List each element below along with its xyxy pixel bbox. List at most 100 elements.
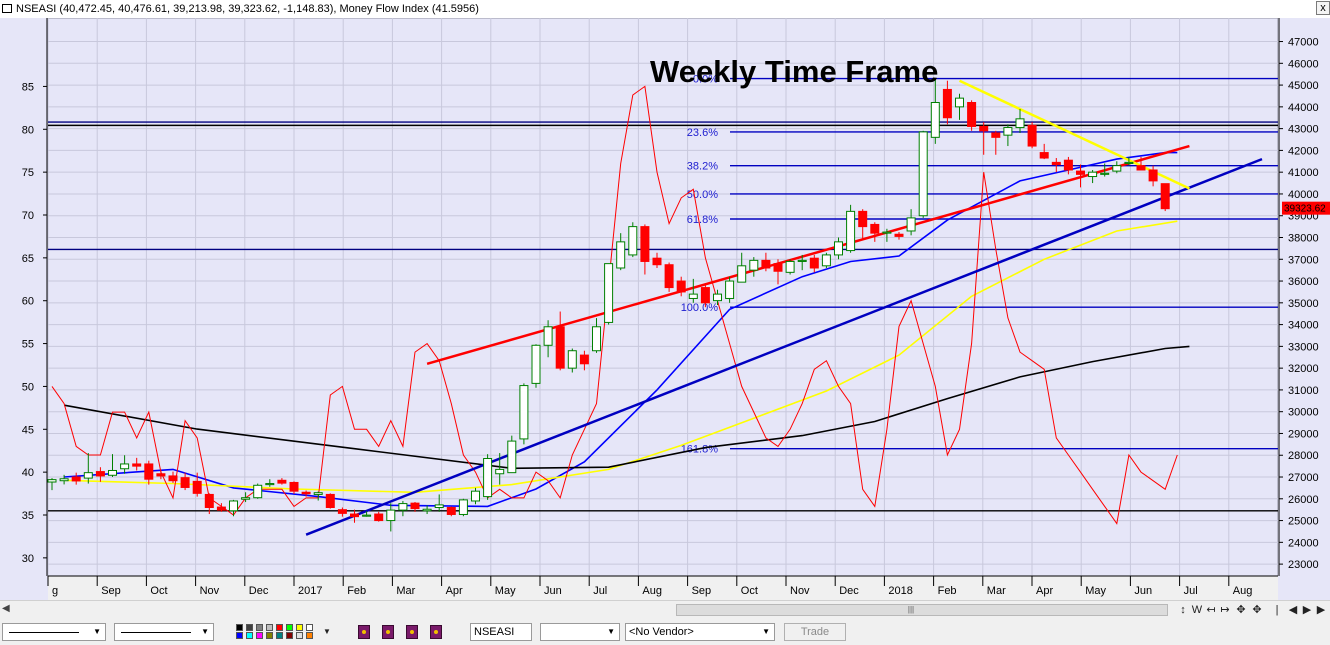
crosshair-button[interactable]: ✥	[1234, 601, 1248, 619]
x-axis-label: Aug	[642, 585, 662, 597]
drawing-tool-icon[interactable]	[430, 625, 442, 639]
color-swatch[interactable]	[256, 632, 263, 639]
color-swatch[interactable]	[256, 624, 263, 631]
candle-body	[180, 477, 190, 488]
candle-body	[918, 131, 928, 217]
x-axis-label: Dec	[249, 585, 269, 597]
vendor-dropdown[interactable]: <No Vendor> ▼	[625, 623, 775, 641]
candle-body	[991, 132, 1001, 138]
candle-body	[616, 241, 626, 269]
scroll-left-arrow-icon[interactable]: ◀	[2, 603, 10, 614]
color-swatch[interactable]	[246, 624, 253, 631]
x-axis-label: Oct	[741, 585, 758, 597]
scroll-right-icon[interactable]: ▶	[1314, 601, 1328, 619]
zoom-fit-button[interactable]: ↕	[1176, 601, 1190, 619]
price-chart[interactable]: 0.0%23.6%38.2%50.0%61.8%100.0%161.8% 470…	[0, 18, 1330, 600]
scroll-end-icon[interactable]: ↦	[1218, 601, 1232, 619]
right-axis-label: 26000	[1288, 494, 1319, 506]
weekly-button[interactable]: W	[1190, 601, 1204, 619]
candle-body	[192, 480, 202, 494]
x-axis-label: Jul	[593, 585, 607, 597]
candle-body	[350, 513, 359, 518]
candle-body	[846, 210, 856, 252]
candle-body	[301, 491, 311, 495]
x-axis-label: 2017	[298, 585, 322, 597]
symbol-field[interactable]: NSEASI	[470, 623, 532, 641]
x-axis-label: May	[1085, 585, 1106, 597]
candle-body	[229, 500, 238, 512]
color-palette[interactable]	[236, 624, 324, 640]
left-axis-label: 35	[22, 510, 34, 522]
left-axis-label: 85	[22, 81, 34, 93]
candle-body	[446, 507, 456, 515]
candle-body	[628, 226, 638, 256]
drawing-tool-icon[interactable]	[382, 625, 394, 639]
candle-body	[543, 326, 553, 346]
candle-body	[555, 326, 565, 369]
candle-body	[894, 233, 904, 237]
timeframe-dropdown[interactable]: ▼	[540, 623, 620, 641]
candle-body	[1148, 169, 1158, 182]
line-width-dropdown[interactable]: ▼	[114, 623, 214, 641]
palette-chevron-down-icon[interactable]: ▼	[320, 623, 334, 641]
candle-body	[652, 257, 662, 266]
x-axis-label: Nov	[200, 585, 220, 597]
color-swatch[interactable]	[236, 632, 243, 639]
color-swatch[interactable]	[276, 624, 283, 631]
candle-body	[483, 458, 493, 498]
color-swatch[interactable]	[306, 624, 313, 631]
color-swatch[interactable]	[236, 624, 243, 631]
crosshair-move-button[interactable]: ✥	[1250, 601, 1264, 619]
x-axis-label: Mar	[987, 585, 1006, 597]
drawing-tool-icon[interactable]	[406, 625, 418, 639]
right-axis-label: 42000	[1288, 145, 1319, 157]
scroll-start-icon[interactable]: ↤	[1204, 601, 1218, 619]
candle-body	[241, 497, 251, 500]
color-swatch[interactable]	[296, 624, 303, 631]
candle-body	[567, 350, 577, 369]
candle-body	[95, 471, 105, 477]
close-button[interactable]: x	[1316, 1, 1330, 15]
candle-body	[870, 223, 880, 234]
candle-body	[253, 484, 263, 499]
candle-body	[1100, 172, 1110, 175]
candle-body	[289, 481, 299, 492]
x-axis-label: Jul	[1184, 585, 1198, 597]
fib-level-label: 161.8%	[681, 444, 719, 456]
candle-body	[942, 88, 952, 119]
candle-body	[519, 385, 529, 440]
candle-body	[1027, 124, 1037, 147]
color-swatch[interactable]	[266, 632, 273, 639]
trade-button[interactable]: Trade	[784, 623, 846, 641]
x-axis-label: Feb	[347, 585, 366, 597]
horizontal-scrollbar[interactable]: |||	[676, 604, 1168, 616]
candle-body	[1015, 118, 1025, 129]
x-axis-label: Oct	[150, 585, 167, 597]
color-swatch[interactable]	[266, 624, 273, 631]
candle-body	[725, 280, 735, 299]
candle-body	[688, 293, 698, 299]
candle-body	[71, 476, 81, 482]
color-swatch[interactable]	[286, 624, 293, 631]
color-swatch[interactable]	[306, 632, 313, 639]
drawing-tool-icon[interactable]	[358, 625, 370, 639]
right-axis-label: 41000	[1288, 167, 1319, 179]
candle-body	[604, 263, 614, 323]
line-style-dropdown[interactable]: ▼	[2, 623, 106, 641]
scroll-right-button[interactable]: ▶	[1300, 601, 1314, 619]
candle-body	[834, 241, 843, 256]
color-swatch[interactable]	[296, 632, 303, 639]
date-axis: g Sep Oct Nov Dec 2017 Feb Mar Apr May Jun Jul Aug Se…	[47, 575, 1278, 597]
scrollbar-grip-icon[interactable]: |||	[905, 605, 917, 615]
color-swatch[interactable]	[246, 632, 253, 639]
scroll-left-button[interactable]: ◀	[1286, 601, 1300, 619]
color-swatch[interactable]	[286, 632, 293, 639]
left-axis-label: 45	[22, 424, 34, 436]
left-axis-label: 80	[22, 124, 34, 136]
x-axis-label: Apr	[446, 585, 463, 597]
left-axis-label: 30	[22, 553, 34, 565]
candle-body	[930, 102, 940, 138]
candle-body	[313, 492, 323, 495]
scroll-status-row: ◀ ||| ↕ W ↤ ↦ ✥ ✥ | ◀ ▶ ▶	[0, 600, 1330, 619]
color-swatch[interactable]	[276, 632, 283, 639]
